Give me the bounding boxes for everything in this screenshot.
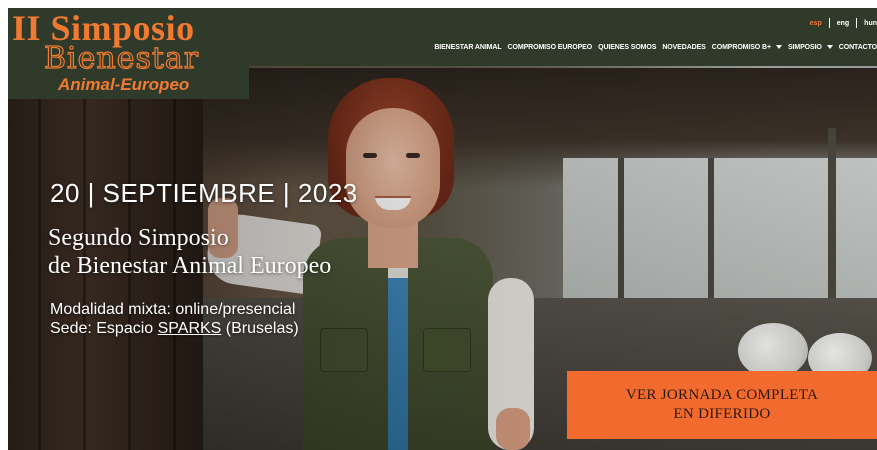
event-venue: Sede: Espacio SPARKS (Bruselas): [50, 319, 299, 338]
logo-subtitle: Bienestar: [43, 41, 200, 76]
lang-divider: [856, 18, 858, 28]
lang-eng[interactable]: eng: [837, 20, 849, 27]
nav-item-bienestar-animal[interactable]: BIENESTAR ANIMAL: [434, 44, 501, 51]
venue-suffix: (Bruselas): [221, 320, 299, 337]
nav-item-compromiso-b[interactable]: COMPROMISO B+: [712, 44, 782, 51]
lang-esp[interactable]: esp: [810, 20, 822, 27]
lang-hun[interactable]: hun: [864, 20, 877, 27]
cta-line1: VER JORNADA COMPLETA: [625, 387, 819, 403]
nav-item-contacto[interactable]: CONTACTO: [839, 44, 877, 51]
main-nav: BIENESTAR ANIMAL COMPROMISO EUROPEO QUIE…: [434, 39, 877, 55]
nav-item-novedades[interactable]: NOVEDADES: [662, 44, 706, 51]
event-details: Modalidad mixta: online/presencial Sede:…: [50, 300, 299, 338]
logo-tagline: Animal-Europeo: [58, 75, 190, 94]
language-switcher: esp eng hun: [810, 16, 877, 30]
cta-line2: EN DIFERIDO: [673, 406, 771, 422]
watch-recording-button[interactable]: VER JORNADA COMPLETA EN DIFERIDO: [567, 371, 877, 439]
venue-link-sparks[interactable]: SPARKS: [158, 320, 222, 337]
site-logo[interactable]: II Simposio Bienestar Animal-Europeo: [8, 8, 249, 99]
lang-divider: [828, 18, 830, 28]
nav-item-quienes-somos[interactable]: QUIENES SOMOS: [598, 44, 656, 51]
event-date: 20 | SEPTIEMBRE | 2023: [50, 178, 358, 208]
caret-down-icon: [775, 45, 782, 49]
event-heading: Segundo Simposio de Bienestar Animal Eur…: [48, 224, 331, 280]
nav-item-compromiso-europeo[interactable]: COMPROMISO EUROPEO: [508, 44, 593, 51]
venue-prefix: Sede: Espacio: [50, 320, 158, 337]
event-heading-line1: Segundo Simposio: [48, 225, 229, 251]
page: esp eng hun BIENESTAR ANIMAL COMPROMISO …: [8, 8, 877, 450]
nav-item-simposio[interactable]: SIMPOSIO: [788, 44, 833, 51]
event-modality: Modalidad mixta: online/presencial: [50, 301, 296, 318]
event-heading-line2: de Bienestar Animal Europeo: [48, 253, 332, 279]
caret-down-icon: [826, 45, 833, 49]
